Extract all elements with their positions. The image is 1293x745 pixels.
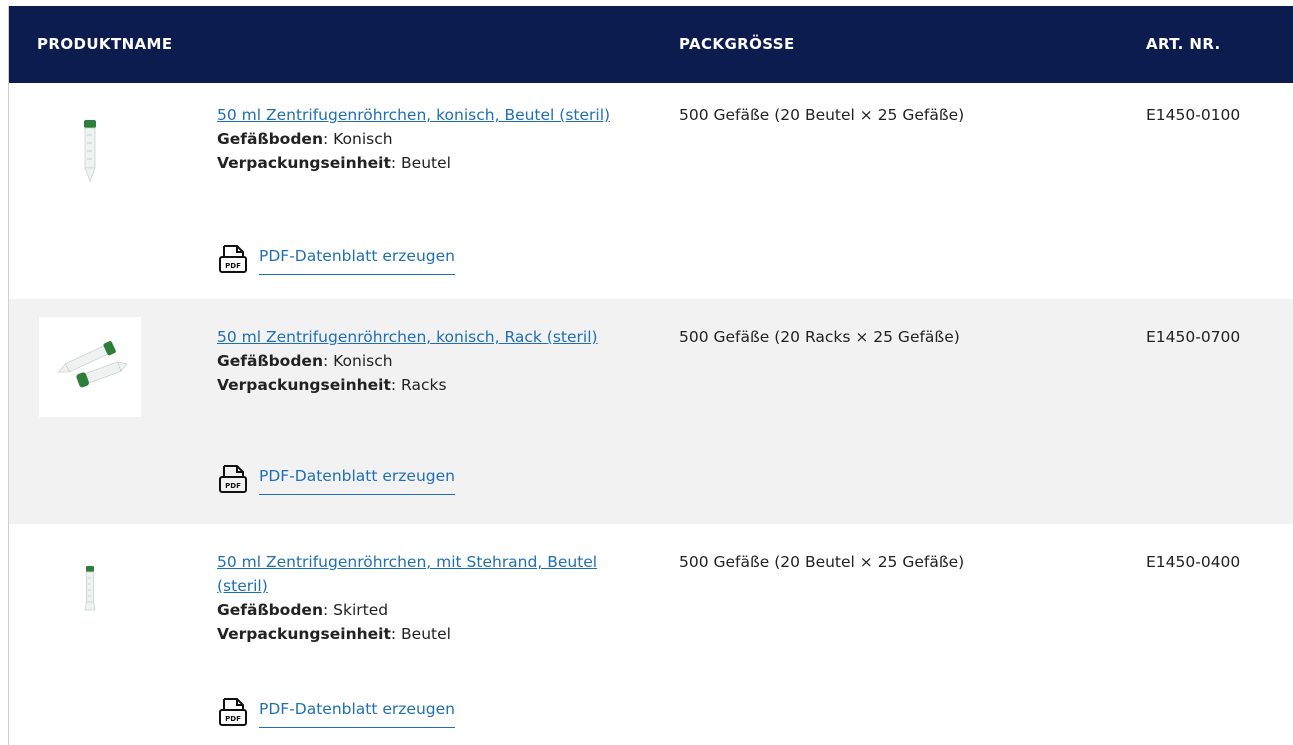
table-row: 50 ml Zentrifugenröhrchen, konisch, Rack… [9,299,1293,524]
pdf-datasheet-link[interactable]: PDF-Datenblatt erzeugen [259,244,455,275]
pdf-document-icon: PDF [219,698,247,726]
article-number: E1450-0100 [1146,106,1241,124]
column-header-article-number: ART. NR. [1146,35,1221,53]
skirted-tube-icon [84,566,96,611]
pack-size: 500 Gefäße (20 Racks × 25 Gefäße) [679,328,960,346]
product-image [39,317,141,417]
spec-packaging-unit: Verpackungseinheit: Beutel [217,154,451,172]
article-number: E1450-0700 [1146,328,1241,346]
product-name-link[interactable]: 50 ml Zentrifugenröhrchen, konisch, Rack… [217,328,598,346]
table-row: 50 ml Zentrifugenröhrchen, konisch, Beut… [9,83,1293,299]
pdf-document-icon: PDF [219,245,247,273]
pdf-document-icon: PDF [219,465,247,493]
product-image [39,544,141,644]
product-name-cell: 50 ml Zentrifugenröhrchen, mit Stehrand,… [217,550,637,728]
pack-size: 500 Gefäße (20 Beutel × 25 Gefäße) [679,553,965,571]
column-header-pack-size: PACKGRÖSSE [679,35,795,53]
two-tubes-lying-icon [57,341,128,388]
article-number: E1450-0400 [1146,553,1241,571]
table-header: PRODUKTNAME PACKGRÖSSE ART. NR. [9,6,1293,83]
column-header-product-name: PRODUKTNAME [37,35,173,53]
pdf-datasheet-link[interactable]: PDF-Datenblatt erzeugen [259,697,455,728]
pdf-datasheet-button[interactable]: PDF PDF-Datenblatt erzeugen [217,463,455,495]
product-name-link[interactable]: 50 ml Zentrifugenröhrchen, konisch, Beut… [217,106,610,124]
upright-conical-tube-icon [84,120,96,183]
product-name-cell: 50 ml Zentrifugenröhrchen, konisch, Rack… [217,325,637,495]
pack-size: 500 Gefäße (20 Beutel × 25 Gefäße) [679,106,965,124]
product-name-cell: 50 ml Zentrifugenröhrchen, konisch, Beut… [217,103,637,275]
spec-bottom: Gefäßboden: Konisch [217,352,393,370]
product-image [39,97,141,197]
spec-packaging-unit: Verpackungseinheit: Beutel [217,625,451,643]
pdf-datasheet-button[interactable]: PDF PDF-Datenblatt erzeugen [217,696,455,728]
svg-text:PDF: PDF [225,482,241,490]
svg-text:PDF: PDF [225,715,241,723]
spec-packaging-unit: Verpackungseinheit: Racks [217,376,447,394]
svg-text:PDF: PDF [225,262,241,270]
spec-bottom: Gefäßboden: Konisch [217,130,393,148]
product-table: PRODUKTNAME PACKGRÖSSE ART. NR. 50 ml Ze… [8,6,1293,745]
pdf-datasheet-link[interactable]: PDF-Datenblatt erzeugen [259,464,455,495]
product-name-link[interactable]: 50 ml Zentrifugenröhrchen, mit Stehrand,… [217,553,597,595]
spec-bottom: Gefäßboden: Skirted [217,601,389,619]
table-row: 50 ml Zentrifugenröhrchen, mit Stehrand,… [9,524,1293,745]
pdf-datasheet-button[interactable]: PDF PDF-Datenblatt erzeugen [217,243,455,275]
